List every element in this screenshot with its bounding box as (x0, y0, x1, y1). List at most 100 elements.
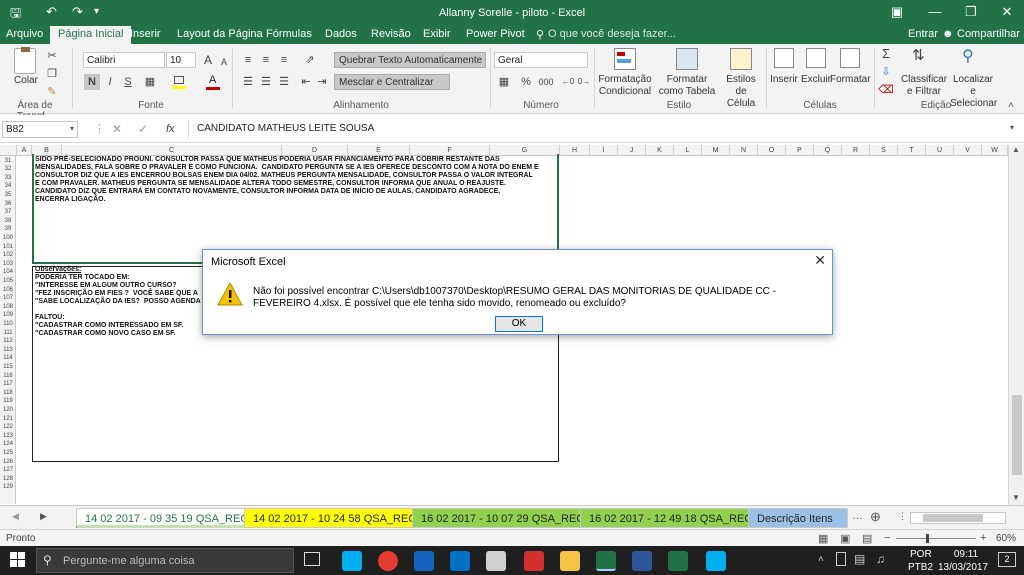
next-sheet-icon[interactable]: ▶ (40, 511, 47, 522)
row-header[interactable]: 39 (0, 226, 16, 233)
word-icon[interactable] (632, 551, 652, 571)
more-sheets-icon[interactable]: … (852, 510, 863, 522)
select-all-corner[interactable] (0, 145, 17, 156)
chrome-icon[interactable] (378, 551, 398, 571)
paste-icon[interactable] (14, 47, 36, 74)
excel-icon[interactable] (596, 551, 616, 571)
column-header[interactable]: N (730, 145, 758, 156)
font-color-icon[interactable]: A (206, 74, 220, 90)
minimize-button[interactable]: — (918, 2, 952, 24)
row-header[interactable]: 38 (0, 218, 16, 225)
column-header[interactable]: H (560, 145, 590, 156)
borders-icon[interactable]: ▦ (142, 74, 158, 90)
zoom-level[interactable]: 60% (996, 533, 1016, 544)
conditional-formatting-icon[interactable] (614, 48, 636, 70)
find-select-icon[interactable]: ⚲ (962, 46, 974, 66)
column-header[interactable]: K (646, 145, 674, 156)
share-icon[interactable]: ☻ (942, 28, 954, 40)
format-cells-icon[interactable] (840, 48, 860, 68)
align-center-icon[interactable]: ☰ (258, 74, 274, 90)
tab-split-icon[interactable]: ⋮ (898, 511, 907, 522)
row-header[interactable]: 112 (0, 338, 16, 345)
column-header[interactable]: I (590, 145, 618, 156)
fill-icon[interactable]: ⇩ (878, 64, 894, 80)
row-header[interactable]: 115 (0, 364, 16, 371)
orientation-icon[interactable]: ⇗ (302, 52, 318, 68)
column-header[interactable]: M (702, 145, 730, 156)
row-header[interactable]: 113 (0, 347, 16, 354)
delete-cells-icon[interactable] (806, 48, 826, 68)
maximize-button[interactable]: ❐ (954, 2, 988, 24)
sheet-tab[interactable]: 16 02 2017 - 10 07 29 QSA_RECEP (412, 508, 608, 528)
tab-layout[interactable]: Layout da Página (177, 28, 263, 40)
align-left-icon[interactable]: ☰ (240, 74, 256, 90)
row-header[interactable]: 107 (0, 295, 16, 302)
tab-formulas[interactable]: Fórmulas (266, 28, 312, 40)
task-view-icon[interactable] (304, 552, 320, 566)
decrease-decimal-icon[interactable]: 0→ (576, 74, 592, 90)
row-header[interactable]: 121 (0, 416, 16, 423)
h-scroll-thumb[interactable] (923, 514, 983, 522)
row-header[interactable]: 114 (0, 355, 16, 362)
bold-button[interactable]: N (84, 74, 100, 90)
name-box-dropdown-icon[interactable]: ▾ (70, 124, 74, 133)
column-header[interactable]: L (674, 145, 702, 156)
sort-filter-icon[interactable]: ⇅ (912, 46, 925, 64)
tell-me-input[interactable]: O que você deseja fazer... (548, 28, 676, 40)
insert-cells-icon[interactable] (774, 48, 794, 68)
row-header[interactable]: 117 (0, 381, 16, 388)
row-header[interactable]: 101 (0, 244, 16, 251)
zoom-slider[interactable] (896, 534, 976, 543)
column-header[interactable]: O (758, 145, 786, 156)
skype-icon-2[interactable] (706, 551, 726, 571)
row-header[interactable]: 34 (0, 183, 16, 190)
cut-icon[interactable]: ✂ (44, 48, 60, 64)
sort-filter-button[interactable]: Classificar e Filtrar (898, 74, 950, 98)
tab-exibir[interactable]: Exibir (423, 28, 451, 40)
prev-sheet-icon[interactable]: ◀ (12, 511, 19, 522)
row-header[interactable]: 33 (0, 175, 16, 182)
font-name-select[interactable]: Calibri (83, 52, 165, 68)
row-header[interactable]: 118 (0, 390, 16, 397)
row-header[interactable]: 110 (0, 321, 16, 328)
network-icon[interactable]: ▤ (854, 552, 865, 566)
expand-formula-icon[interactable]: ▾ (1010, 123, 1014, 132)
sign-in-link[interactable]: Entrar (908, 28, 938, 40)
row-header[interactable]: 31 (0, 158, 16, 165)
column-header[interactable]: R (842, 145, 870, 156)
align-right-icon[interactable]: ☰ (276, 74, 292, 90)
row-header[interactable]: 32 (0, 166, 16, 173)
merge-center-button[interactable]: Mesclar e Centralizar (334, 74, 450, 90)
acrobat-icon[interactable] (524, 551, 544, 571)
clock-time[interactable]: 09:11 (946, 549, 986, 560)
italic-button[interactable]: I (102, 74, 118, 90)
clear-icon[interactable]: ⌫ (878, 82, 894, 98)
row-header[interactable]: 129 (0, 484, 16, 491)
zoom-out-icon[interactable]: − (884, 532, 890, 544)
row-header[interactable]: 124 (0, 441, 16, 448)
shrink-font-button[interactable]: A (216, 54, 232, 70)
formula-input[interactable]: CANDIDATO MATHEUS LEITE SOUSA (188, 120, 1004, 138)
tab-pagina-inicial[interactable]: Página Inicial (50, 26, 132, 44)
page-break-view-icon[interactable]: ▤ (862, 532, 872, 545)
format-as-table-icon[interactable] (676, 48, 698, 70)
sheet-tab[interactable]: 14 02 2017 - 09 35 19 QSA_RECEP (76, 508, 272, 528)
close-button[interactable]: ✕ (990, 2, 1024, 24)
row-header[interactable]: 126 (0, 459, 16, 466)
decrease-indent-icon[interactable]: ⇤ (298, 74, 314, 90)
sheet-tab[interactable]: 14 02 2017 - 10 24 58 QSA_RECEP (244, 508, 440, 528)
column-header[interactable]: A (17, 145, 32, 156)
collapse-ribbon-icon[interactable]: ˄ (1008, 100, 1014, 111)
autosum-icon[interactable]: Σ (878, 46, 894, 62)
column-header[interactable]: T (898, 145, 926, 156)
clock-date[interactable]: 13/03/2017 (938, 562, 988, 573)
skype-icon[interactable] (342, 551, 362, 571)
ie-icon[interactable] (414, 551, 434, 571)
ok-button[interactable]: OK (495, 316, 543, 332)
share-button[interactable]: Compartilhar (957, 28, 1020, 40)
tab-arquivo[interactable]: Arquivo (6, 28, 43, 40)
cell-styles-icon[interactable] (730, 48, 752, 70)
currency-icon[interactable]: ▦ (496, 74, 512, 90)
tray-up-icon[interactable]: ˄ (818, 554, 824, 565)
vertical-scrollbar[interactable]: ▲ ▼ (1008, 145, 1024, 505)
